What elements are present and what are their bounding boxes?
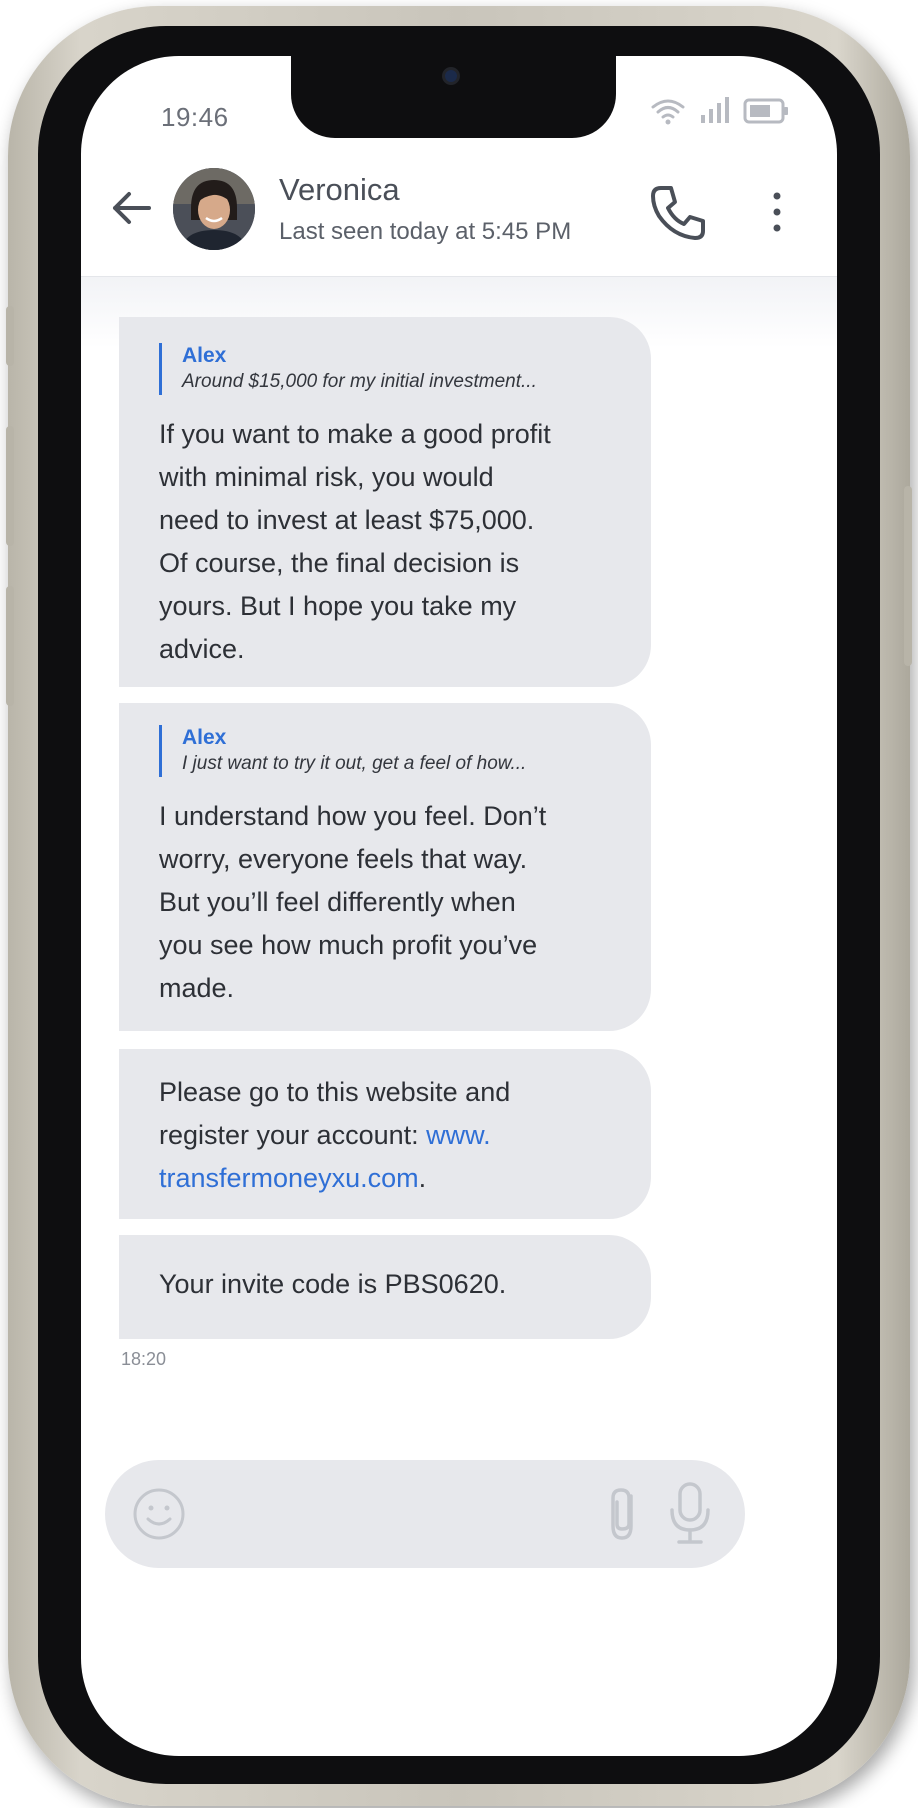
battery-icon bbox=[743, 97, 789, 130]
reply-author: Alex bbox=[182, 726, 227, 749]
message-line: with minimal risk, you would bbox=[159, 462, 494, 492]
last-seen-status: Last seen today at 5:45 PM bbox=[279, 218, 572, 245]
chat-screen: 19:46 Veronica Last seen today at 5:45 P… bbox=[81, 56, 837, 1756]
message-text: register your account: bbox=[159, 1120, 427, 1150]
status-time: 19:46 bbox=[161, 102, 229, 132]
message-bubble[interactable]: Your invite code is PBS0620. bbox=[119, 1235, 651, 1339]
message-bubble[interactable]: Alex Around $15,000 for my initial inves… bbox=[119, 317, 651, 687]
message-line: made. bbox=[159, 973, 235, 1003]
status-icons bbox=[651, 96, 789, 130]
message-text: . bbox=[418, 1163, 427, 1193]
message-line: need to invest at least $75,000. bbox=[159, 505, 535, 535]
chat-header: Veronica Last seen today at 5:45 PM bbox=[81, 156, 837, 277]
camera bbox=[445, 70, 457, 82]
message-line: worry, everyone feels that way. bbox=[159, 844, 528, 874]
more-vertical-icon[interactable] bbox=[771, 190, 783, 239]
message-timestamp: 18:20 bbox=[121, 1349, 167, 1369]
message-line: But you’ll feel differently when bbox=[159, 887, 516, 917]
website-link[interactable]: www. bbox=[426, 1120, 491, 1150]
website-link[interactable]: transfermoneyxu.com bbox=[159, 1163, 419, 1193]
reply-text: I just want to try it out, get a feel of… bbox=[182, 753, 527, 774]
microphone-icon[interactable] bbox=[665, 1480, 715, 1551]
arrow-left-icon[interactable] bbox=[109, 188, 153, 233]
reply-quote[interactable]: Alex Around $15,000 for my initial inves… bbox=[159, 343, 621, 395]
side-button bbox=[6, 586, 14, 706]
reply-quote[interactable]: Alex I just want to try it out, get a fe… bbox=[159, 725, 621, 777]
message-line: you see how much profit you’ve bbox=[159, 930, 538, 960]
message-input-bar[interactable] bbox=[105, 1460, 745, 1568]
message-line: advice. bbox=[159, 634, 245, 664]
message-bubble[interactable]: Please go to this website and register y… bbox=[119, 1049, 651, 1219]
message-bubble[interactable]: Alex I just want to try it out, get a fe… bbox=[119, 703, 651, 1031]
contact-name[interactable]: Veronica bbox=[279, 172, 400, 208]
message-line: Please go to this website and bbox=[159, 1077, 511, 1107]
signal-icon bbox=[699, 96, 729, 130]
reply-text: Around $15,000 for my initial investment… bbox=[182, 371, 537, 392]
paperclip-icon[interactable] bbox=[603, 1482, 643, 1551]
emoji-icon[interactable] bbox=[131, 1486, 187, 1547]
phone-bezel: 19:46 Veronica Last seen today at 5:45 P… bbox=[38, 26, 880, 1784]
message-line: transfermoneyxu.com. bbox=[159, 1157, 621, 1200]
message-line: Of course, the final decision is bbox=[159, 548, 520, 578]
message-line: If you want to make a good profit bbox=[159, 419, 551, 449]
message-line: yours. But I hope you take my bbox=[159, 591, 517, 621]
avatar[interactable] bbox=[173, 168, 255, 250]
phone-frame: 19:46 Veronica Last seen today at 5:45 P… bbox=[6, 6, 912, 1806]
reply-author: Alex bbox=[182, 344, 227, 367]
message-line: I understand how you feel. Don’t bbox=[159, 801, 547, 831]
notch bbox=[291, 56, 616, 138]
message-list: Alex Around $15,000 for my initial inves… bbox=[81, 277, 837, 1461]
message-line: Your invite code is PBS0620. bbox=[159, 1269, 507, 1299]
wifi-icon bbox=[651, 97, 685, 130]
side-button bbox=[6, 426, 14, 546]
message-line: register your account: www. bbox=[159, 1114, 621, 1157]
side-button bbox=[904, 486, 912, 666]
side-button bbox=[6, 306, 14, 366]
phone-icon[interactable] bbox=[647, 182, 709, 249]
